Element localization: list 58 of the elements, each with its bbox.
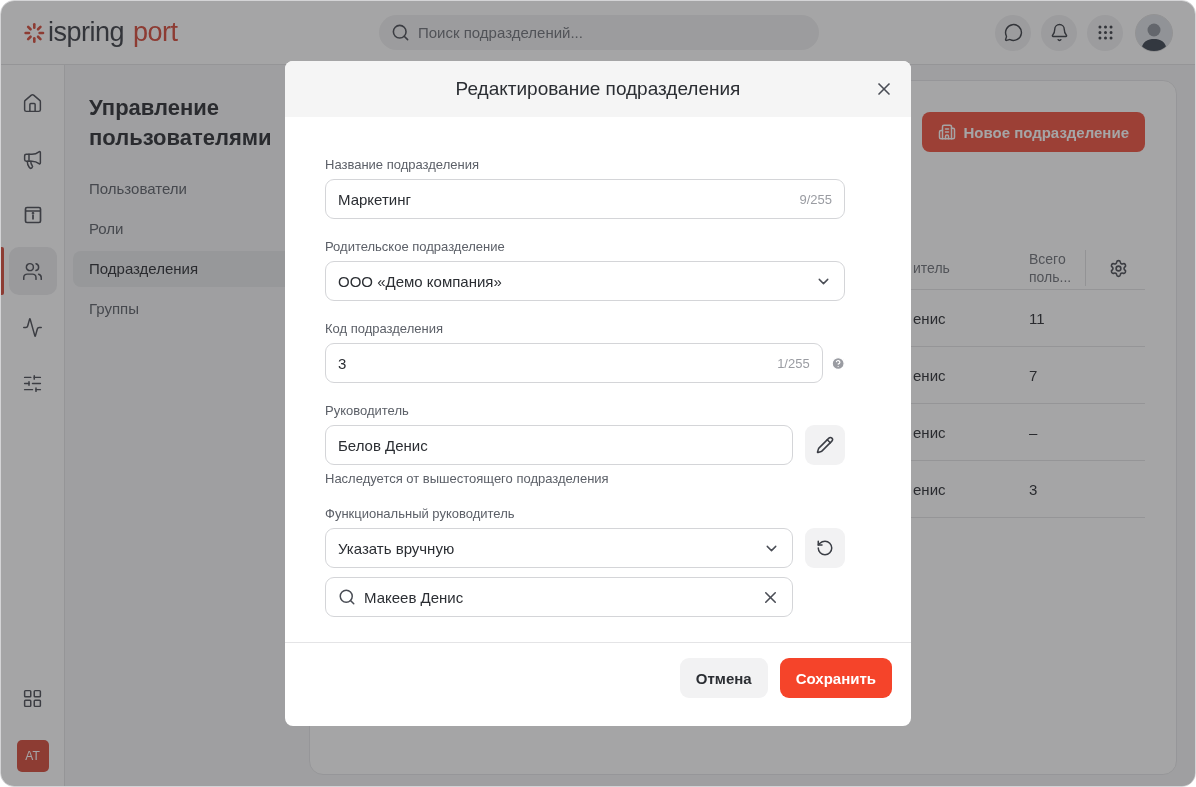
megaphone-icon <box>22 148 43 170</box>
column-header: итель <box>913 259 951 277</box>
field-label: Функциональный руководитель <box>325 506 516 521</box>
character-counter: 9/255 <box>799 191 832 207</box>
logo-text: port <box>133 17 178 48</box>
apps-button[interactable] <box>1087 14 1123 51</box>
table-cell-text: енис <box>913 366 947 384</box>
field-hint: Наследуется от вышестоящего подразделения <box>325 471 610 486</box>
field-label: Код подразделения <box>325 321 444 336</box>
new-department-button[interactable]: Новое подразделение <box>922 112 1145 152</box>
search-icon <box>391 23 410 42</box>
table-cell-text: енис <box>913 480 947 498</box>
field-label: Родительское подразделение <box>325 239 506 254</box>
table-cell-text: – <box>1029 423 1039 441</box>
reset-icon <box>816 539 834 557</box>
table-cell-text: енис <box>913 309 947 327</box>
bell-button[interactable] <box>1041 14 1077 51</box>
table-cell-text: 11 <box>1029 309 1046 327</box>
table-cell-text: 7 <box>1029 366 1039 384</box>
save-button[interactable]: Сохранить <box>779 658 892 698</box>
text-field[interactable]: Белов Денис <box>325 425 793 465</box>
home-icon <box>22 92 43 114</box>
character-counter: 1/255 <box>777 355 810 371</box>
users-icon <box>22 260 43 282</box>
select-field[interactable]: Указать вручную <box>325 528 793 568</box>
settings-icon[interactable] <box>1108 258 1128 278</box>
edit-button[interactable] <box>805 425 845 465</box>
logo-text: ispring <box>48 17 125 48</box>
search-field[interactable]: Макеев Денис <box>325 577 793 617</box>
bell-icon <box>1049 23 1069 42</box>
user-avatar[interactable] <box>1135 13 1173 52</box>
info-board-icon <box>22 205 43 225</box>
user-badge[interactable]: AT <box>16 740 49 772</box>
chat-button[interactable] <box>995 14 1031 51</box>
sidebar-button[interactable] <box>8 247 57 295</box>
field-label: Руководитель <box>325 403 410 418</box>
dialog-title: Редактирование подразделения <box>455 78 741 100</box>
column-header: Всего поль... <box>1029 250 1086 286</box>
cancel-button[interactable]: Отмена <box>679 658 768 698</box>
field-label: Название подразделения <box>325 157 480 172</box>
reset-button[interactable] <box>805 528 845 568</box>
section-title: Управление пользователями <box>89 94 273 152</box>
sliders-icon <box>22 372 43 394</box>
table-cell-text: енис <box>913 423 947 441</box>
text-field[interactable]: Маркетинг 9/255 <box>325 179 845 219</box>
pulse-icon <box>22 316 43 338</box>
apps-grid-icon <box>1095 23 1115 42</box>
text-field[interactable]: 3 1/255 <box>325 343 823 383</box>
building-icon <box>938 123 957 141</box>
add-widget-icon <box>22 687 43 709</box>
logo-icon <box>23 21 45 44</box>
search-icon <box>338 588 356 606</box>
chat-icon <box>1003 23 1023 42</box>
help-icon[interactable] <box>830 355 845 371</box>
table-cell-text: 3 <box>1029 480 1039 498</box>
pencil-icon <box>816 436 834 454</box>
search-field[interactable]: Поиск подразделений... <box>379 15 819 50</box>
select-field[interactable]: ООО «Демо компания» <box>325 261 845 301</box>
